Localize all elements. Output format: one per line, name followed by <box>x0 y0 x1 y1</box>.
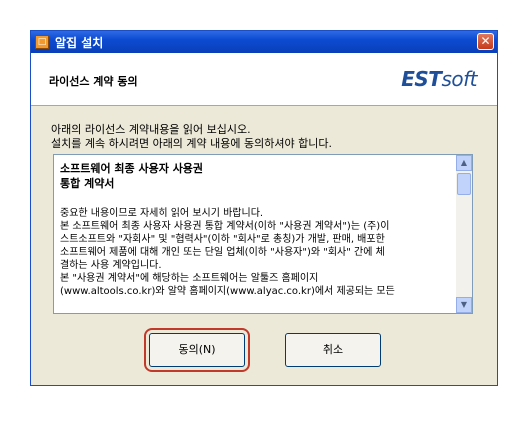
scroll-down-icon[interactable]: ▼ <box>456 297 472 313</box>
vertical-scrollbar[interactable]: ▲ ▼ <box>456 155 472 313</box>
installer-window: □ 알집 설치 ✕ 라이선스 계약 동의 ESTsoft 아래의 라이선스 계약… <box>30 30 498 386</box>
license-line: 스트소프트와 "자회사" 및 "협력사"(이하 "회사"로 총칭)가 개발, 판… <box>60 234 385 245</box>
header-band: 라이선스 계약 동의 ESTsoft <box>31 53 497 106</box>
instruction-line-2: 설치를 계속 하시려면 아래의 계약 내용에 동의하셔야 합니다. <box>51 137 332 150</box>
brand-logo-soft: soft <box>441 67 477 91</box>
scroll-thumb[interactable] <box>457 173 471 195</box>
license-textbox[interactable]: 소프트웨어 최종 사용자 사용권 통합 계약서 중요한 내용이므로 자세히 읽어… <box>53 154 473 314</box>
page-title: 라이선스 계약 동의 <box>49 75 138 88</box>
cancel-button[interactable]: 취소 <box>285 333 381 367</box>
brand-logo-main: EST <box>401 67 442 91</box>
scroll-up-icon[interactable]: ▲ <box>456 155 472 171</box>
license-line: 결하는 사용 계약입니다. <box>60 260 162 271</box>
license-heading-1: 소프트웨어 최종 사용자 사용권 <box>60 162 204 175</box>
license-line: 소프트웨어 제품에 대해 개인 또는 단일 업체(이하 "사용자")와 "회사"… <box>60 247 385 258</box>
agree-button[interactable]: 동의(N) <box>144 328 250 372</box>
license-content: 소프트웨어 최종 사용자 사용권 통합 계약서 중요한 내용이므로 자세히 읽어… <box>60 161 450 298</box>
license-line: (www.altools.co.kr)와 알약 홈페이지(www.alyac.c… <box>60 286 395 297</box>
license-line: 본 소프트웨어 최종 사용자 사용권 통합 계약서(이하 "사용권 계약서")는… <box>60 221 390 232</box>
license-line: 본 "사용권 계약서"에 해당하는 소프트웨어는 알툴즈 홈페이지 <box>60 273 319 284</box>
close-button[interactable]: ✕ <box>477 33 494 50</box>
license-line: 중요한 내용이므로 자세히 읽어 보시기 바랍니다. <box>60 208 264 219</box>
brand-logo: ESTsoft <box>401 67 477 91</box>
app-icon: □ <box>35 35 49 49</box>
license-heading-2: 통합 계약서 <box>60 177 115 190</box>
title-bar[interactable]: □ 알집 설치 ✕ <box>31 31 497 53</box>
window-title: 알집 설치 <box>55 36 104 50</box>
